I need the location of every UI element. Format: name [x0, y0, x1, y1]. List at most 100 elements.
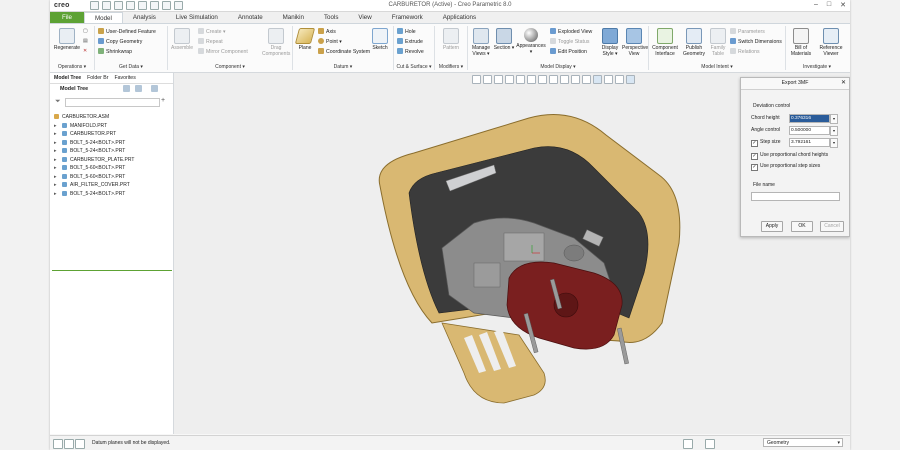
tab-tools[interactable]: Tools — [314, 12, 348, 23]
plane-button[interactable]: Plane — [294, 28, 316, 51]
ok-button[interactable]: OK — [791, 221, 813, 232]
angle-control-dropdown[interactable]: ▾ — [830, 126, 838, 136]
edit-position-button[interactable]: Edit Position — [550, 48, 587, 56]
create-button[interactable]: Create ▾ — [198, 28, 226, 36]
pattern-button[interactable]: Pattern — [438, 28, 464, 51]
expand-arrow-icon[interactable]: ▸ — [54, 139, 62, 148]
tab-view[interactable]: View — [348, 12, 381, 23]
publish-geometry-button[interactable]: Publish Geometry — [681, 28, 707, 57]
selection-filter-dropdown[interactable]: Geometry ▾ — [763, 438, 843, 447]
expand-arrow-icon[interactable]: ▸ — [54, 156, 62, 165]
revolve-button[interactable]: Revolve — [397, 48, 424, 56]
angle-control-field[interactable]: 0.500000 — [789, 126, 830, 135]
switch-dimensions-button[interactable]: Switch Dimensions — [730, 38, 782, 46]
model-display-group-label[interactable]: Model Display ▾ — [468, 64, 648, 70]
cut-surface-group-label[interactable]: Cut & Surface ▾ — [394, 64, 434, 70]
tree-search-input[interactable] — [65, 98, 160, 107]
add-filter-icon[interactable]: + — [161, 97, 165, 104]
navigator-toggle-icon[interactable] — [53, 439, 63, 449]
tab-file[interactable]: File — [50, 12, 84, 23]
bill-of-materials-button[interactable]: Bill of Materials — [788, 28, 814, 57]
tab-model-tree[interactable]: Model Tree — [54, 73, 81, 83]
sketch-button[interactable]: Sketch — [369, 28, 391, 51]
chord-height-dropdown[interactable]: ▾ — [830, 114, 838, 124]
component-group-label[interactable]: Component ▾ — [168, 64, 292, 70]
user-defined-feature-button[interactable]: User-Defined Feature — [98, 28, 156, 36]
tab-model[interactable]: Model — [83, 12, 123, 23]
section-button[interactable]: Section ▾ — [493, 28, 515, 51]
get-data-group-label[interactable]: Get Data ▾ — [95, 64, 167, 70]
tree-columns-icon[interactable] — [135, 85, 142, 92]
hole-button[interactable]: Hole — [397, 28, 416, 36]
tree-item[interactable]: ▸ CARBURETOR.PRT — [54, 130, 172, 139]
browser-toggle-icon[interactable] — [64, 439, 74, 449]
expand-arrow-icon[interactable]: ▸ — [54, 181, 62, 190]
relations-button[interactable]: Relations — [730, 48, 760, 56]
tree-item[interactable]: ▸ BOLT_5-24<BOLT>.PRT — [54, 139, 172, 148]
file-name-field[interactable] — [751, 192, 840, 201]
tab-manikin[interactable]: Manikin — [273, 12, 314, 23]
expand-arrow-icon[interactable]: ▸ — [54, 173, 62, 182]
copy-icon[interactable]: ▢ — [83, 28, 88, 35]
proportional-step-checkbox[interactable]: ✓ — [751, 164, 758, 171]
parameters-button[interactable]: Parameters — [730, 28, 765, 36]
shrinkwrap-button[interactable]: Shrinkwrap — [98, 48, 132, 56]
axis-button[interactable]: Axis — [318, 28, 336, 36]
investigate-group-label[interactable]: Investigate ▾ — [786, 64, 848, 70]
tab-folder-browser[interactable]: Folder Br — [87, 73, 108, 83]
drag-components-button[interactable]: Drag Components — [262, 28, 290, 57]
delete-icon[interactable]: ✕ — [83, 48, 87, 55]
expand-arrow-icon[interactable]: ▸ — [54, 190, 62, 199]
toggle-status-button[interactable]: Toggle Status — [550, 38, 589, 46]
model-intent-group-label[interactable]: Model Intent ▾ — [649, 64, 785, 70]
family-table-button[interactable]: Family Table — [708, 28, 728, 57]
apply-button[interactable]: Apply — [761, 221, 783, 232]
datum-group-label[interactable]: Datum ▾ — [293, 64, 393, 70]
tab-favorites[interactable]: Favorites — [114, 73, 135, 83]
perspective-view-button[interactable]: Perspective View — [622, 28, 648, 57]
expand-arrow-icon[interactable]: ▸ — [54, 122, 62, 131]
step-size-field[interactable]: 3.792161 — [789, 138, 830, 147]
expand-arrow-icon[interactable]: ▸ — [54, 164, 62, 173]
minimize-icon[interactable]: – — [814, 1, 818, 9]
coordinate-system-button[interactable]: Coordinate System — [318, 48, 370, 56]
step-size-checkbox[interactable]: ✓ — [751, 140, 758, 147]
selection-filter-icon[interactable] — [683, 439, 693, 449]
regenerate-button[interactable]: Regenerate — [52, 28, 82, 51]
tree-item[interactable]: CARBURETOR.ASM — [54, 113, 172, 122]
tree-item[interactable]: ▸ BOLT_5-24<BOLT>.PRT — [54, 147, 172, 156]
selection-buffer-icon[interactable] — [705, 439, 715, 449]
show-icon[interactable] — [151, 85, 158, 92]
proportional-chord-checkbox[interactable]: ✓ — [751, 153, 758, 160]
copy-geometry-button[interactable]: Copy Geometry — [98, 38, 142, 46]
manage-views-button[interactable]: Manage Views ▾ — [470, 28, 492, 57]
point-button[interactable]: Point ▾ — [318, 38, 342, 46]
paste-icon[interactable]: ▤ — [83, 38, 88, 45]
filter-funnel-icon[interactable]: ⏷ — [55, 98, 61, 106]
repeat-button[interactable]: Repeat — [198, 38, 223, 46]
tab-applications[interactable]: Applications — [433, 12, 486, 23]
step-size-dropdown[interactable]: ▾ — [830, 138, 838, 148]
mirror-component-button[interactable]: Mirror Component — [198, 48, 248, 56]
assemble-button[interactable]: Assemble — [169, 28, 195, 51]
tree-settings-icon[interactable] — [123, 85, 130, 92]
appearances-button[interactable]: Appearances ▾ — [516, 28, 546, 55]
tab-annotate[interactable]: Annotate — [228, 12, 273, 23]
expand-arrow-icon[interactable]: ▸ — [54, 130, 62, 139]
tree-item[interactable]: ▸ MANIFOLD.PRT — [54, 122, 172, 131]
fullscreen-icon[interactable] — [75, 439, 85, 449]
tree-item[interactable]: ▸ CARBURETOR_PLATE.PRT — [54, 156, 172, 165]
exploded-view-button[interactable]: Exploded View — [550, 28, 592, 36]
maximize-icon[interactable]: □ — [827, 1, 831, 9]
tree-item[interactable]: ▸ AIR_FILTER_COVER.PRT — [54, 181, 172, 190]
tab-analysis[interactable]: Analysis — [123, 12, 166, 23]
modifiers-group-label[interactable]: Modifiers ▾ — [435, 64, 467, 70]
extrude-button[interactable]: Extrude — [397, 38, 423, 46]
tree-item[interactable]: ▸ BOLT_5-24<BOLT>.PRT — [54, 190, 172, 199]
operations-group-label[interactable]: Operations ▾ — [50, 64, 94, 70]
tab-framework[interactable]: Framework — [382, 12, 433, 23]
component-interface-button[interactable]: Component Interface — [650, 28, 680, 57]
tree-item[interactable]: ▸ BOLT_5-60<BOLT>.PRT — [54, 173, 172, 182]
cancel-button[interactable]: Cancel — [820, 221, 844, 232]
tab-live-simulation[interactable]: Live Simulation — [166, 12, 228, 23]
